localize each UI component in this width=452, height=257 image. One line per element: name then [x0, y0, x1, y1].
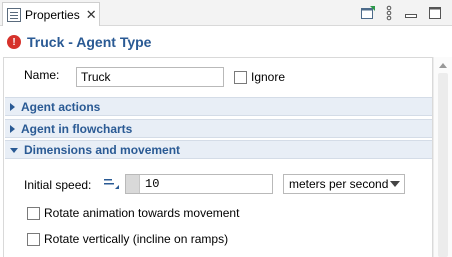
- section-label: Agent in flowcharts: [21, 121, 133, 136]
- rotate-vertically-checkbox-box[interactable]: [27, 232, 40, 246]
- ignore-checkbox[interactable]: Ignore: [234, 70, 285, 84]
- scrollbar-thumb[interactable]: [438, 73, 448, 257]
- tab-properties[interactable]: Properties ✕: [2, 2, 100, 26]
- section-agent-in-flowcharts[interactable]: Agent in flowcharts: [5, 119, 432, 138]
- dynamic-value-icon[interactable]: [103, 176, 119, 190]
- vertical-scrollbar[interactable]: [433, 57, 452, 257]
- ignore-checkbox-box[interactable]: [234, 70, 247, 84]
- field-gutter: [126, 175, 140, 193]
- rotate-animation-label: Rotate animation towards movement: [44, 206, 240, 220]
- minimize-icon[interactable]: [404, 5, 418, 21]
- tab-label: Properties: [25, 7, 80, 22]
- initial-speed-value: 10: [145, 177, 160, 191]
- scroll-up-icon[interactable]: [439, 63, 447, 68]
- pin-view-icon[interactable]: [360, 5, 376, 21]
- rotate-vertically-checkbox[interactable]: Rotate vertically (incline on ramps): [27, 232, 228, 246]
- properties-header: ! Truck - Agent Type: [0, 27, 452, 57]
- chevron-down-icon: [390, 181, 400, 187]
- section-label: Agent actions: [21, 99, 101, 114]
- rotate-vertically-label: Rotate vertically (incline on ramps): [44, 232, 229, 246]
- speed-unit-select[interactable]: meters per second: [283, 174, 405, 194]
- maximize-icon[interactable]: [428, 5, 442, 21]
- name-input[interactable]: [76, 67, 224, 87]
- view-tab-bar: Properties ✕: [0, 0, 452, 26]
- ignore-label: Ignore: [251, 70, 286, 84]
- page-title: Truck - Agent Type: [27, 34, 152, 50]
- rotate-animation-checkbox[interactable]: Rotate animation towards movement: [27, 206, 239, 220]
- speed-unit-value: meters per second: [289, 177, 389, 191]
- properties-panel: Name: Ignore Agent actions Agent in flow…: [3, 57, 433, 257]
- expand-arrow-icon: [10, 102, 15, 111]
- initial-speed-input[interactable]: 10: [125, 174, 273, 194]
- section-label: Dimensions and movement: [24, 142, 181, 157]
- section-agent-actions[interactable]: Agent actions: [5, 97, 432, 116]
- rotate-animation-checkbox-box[interactable]: [27, 206, 40, 220]
- error-icon: !: [7, 35, 21, 49]
- collapse-arrow-icon: [10, 147, 18, 153]
- view-menu-icon[interactable]: [384, 5, 394, 21]
- close-icon[interactable]: ✕: [86, 7, 97, 23]
- section-dimensions-and-movement[interactable]: Dimensions and movement: [5, 140, 432, 159]
- properties-tab-icon: [7, 7, 21, 22]
- expand-arrow-icon: [10, 124, 15, 133]
- name-label: Name:: [24, 68, 60, 82]
- initial-speed-label: Initial speed:: [24, 178, 92, 192]
